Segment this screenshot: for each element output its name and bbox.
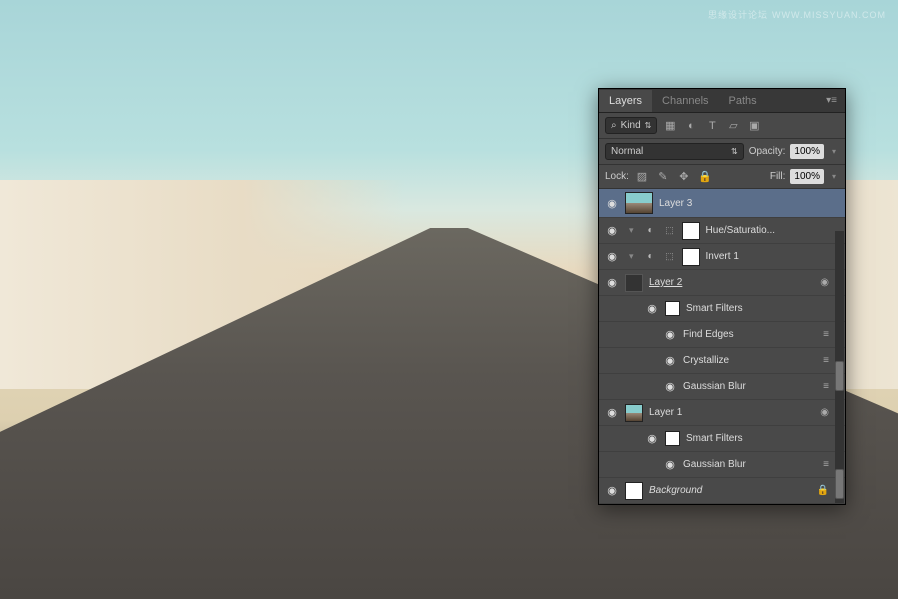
layer-row-background[interactable]: ◉ Background 🔒: [599, 478, 845, 504]
chevron-down-icon[interactable]: ▾: [829, 172, 839, 181]
filter-type-icon[interactable]: T: [704, 119, 720, 133]
lock-all-icon[interactable]: 🔒: [697, 170, 713, 184]
visibility-icon[interactable]: ◉: [605, 224, 619, 237]
smart-filters-label: Smart Filters: [686, 433, 839, 444]
fill-value[interactable]: 100%: [790, 169, 824, 184]
scrollbar[interactable]: [835, 231, 844, 503]
layer-name[interactable]: Layer 2: [649, 277, 814, 288]
smart-filters-row-2[interactable]: ◉ Smart Filters: [599, 426, 845, 452]
layer-row-huesat[interactable]: ◉ ▾ ◐ ⬚ Hue/Saturatio...: [599, 218, 845, 244]
filter-kind-select[interactable]: ⌕ Kind ⇅: [605, 117, 657, 134]
visibility-icon[interactable]: ◉: [605, 484, 619, 497]
filter-name[interactable]: Crystallize: [683, 355, 817, 366]
adjustment-icon: ◐: [644, 250, 658, 264]
smart-object-badge: ◉: [820, 407, 829, 418]
filter-mask-thumbnail[interactable]: [665, 301, 680, 316]
layer-name[interactable]: Layer 1: [649, 407, 814, 418]
chevron-updown-icon: ⇅: [645, 121, 652, 130]
layer-thumbnail[interactable]: [625, 274, 643, 292]
layer-name[interactable]: Layer 3: [659, 198, 839, 209]
tab-paths[interactable]: Paths: [719, 90, 767, 112]
smart-filters-label: Smart Filters: [686, 303, 839, 314]
visibility-icon[interactable]: ◉: [645, 302, 659, 315]
fill-label: Fill:: [770, 171, 786, 182]
lock-icon: 🔒: [817, 485, 829, 496]
filter-name[interactable]: Find Edges: [683, 329, 817, 340]
lock-row: Lock: ▨ ✎ ✥ 🔒 Fill: 100% ▾: [599, 165, 845, 189]
layer-row-layer3[interactable]: ◉ Layer 3: [599, 189, 845, 218]
lock-transparent-icon[interactable]: ▨: [634, 170, 650, 184]
filter-gaussian-blur-1[interactable]: ◉ Gaussian Blur ≡: [599, 374, 845, 400]
filter-find-edges[interactable]: ◉ Find Edges ≡: [599, 322, 845, 348]
layer-name[interactable]: Hue/Saturatio...: [706, 225, 839, 236]
lock-position-icon[interactable]: ✥: [676, 170, 692, 184]
layer-name[interactable]: Invert 1: [706, 251, 839, 262]
chevron-down-icon[interactable]: ▾: [829, 147, 839, 156]
layer-name[interactable]: Background: [649, 485, 811, 496]
search-icon: ⌕: [611, 120, 617, 131]
filter-options-icon[interactable]: ≡: [823, 381, 829, 392]
chevron-updown-icon: ⇅: [731, 147, 738, 156]
visibility-icon[interactable]: ◉: [663, 458, 677, 471]
filter-adjustment-icon[interactable]: ◐: [683, 119, 699, 133]
mask-thumbnail[interactable]: [682, 248, 700, 266]
blend-mode-select[interactable]: Normal ⇅: [605, 143, 744, 160]
filter-mask-thumbnail[interactable]: [665, 431, 680, 446]
filter-name[interactable]: Gaussian Blur: [683, 459, 817, 470]
filter-options-icon[interactable]: ≡: [823, 329, 829, 340]
tab-channels[interactable]: Channels: [652, 90, 718, 112]
blend-row: Normal ⇅ Opacity: 100% ▾: [599, 139, 845, 165]
filter-options-icon[interactable]: ≡: [823, 355, 829, 366]
mask-thumbnail[interactable]: [682, 222, 700, 240]
chevron-down-icon[interactable]: ▾: [629, 225, 634, 236]
opacity-label: Opacity:: [749, 146, 786, 157]
layer-thumbnail[interactable]: [625, 404, 643, 422]
lock-pixels-icon[interactable]: ✎: [655, 170, 671, 184]
filter-pixel-icon[interactable]: ▦: [662, 119, 678, 133]
filter-name[interactable]: Gaussian Blur: [683, 381, 817, 392]
visibility-icon[interactable]: ◉: [605, 250, 619, 263]
scrollbar-thumb[interactable]: [835, 361, 844, 391]
layer-row-layer2[interactable]: ◉ Layer 2 ◉: [599, 270, 845, 296]
lock-label: Lock:: [605, 171, 629, 182]
layer-row-invert[interactable]: ◉ ▾ ◐ ⬚ Invert 1: [599, 244, 845, 270]
filter-options-icon[interactable]: ≡: [823, 459, 829, 470]
panel-tabs: Layers Channels Paths ▾≡: [599, 89, 845, 113]
filter-gaussian-blur-2[interactable]: ◉ Gaussian Blur ≡: [599, 452, 845, 478]
visibility-icon[interactable]: ◉: [605, 276, 619, 289]
visibility-icon[interactable]: ◉: [645, 432, 659, 445]
visibility-icon[interactable]: ◉: [663, 380, 677, 393]
chevron-down-icon[interactable]: ▾: [629, 251, 634, 262]
visibility-icon[interactable]: ◉: [663, 328, 677, 341]
scrollbar-thumb[interactable]: [835, 469, 844, 499]
smart-object-badge: ◉: [820, 277, 829, 288]
visibility-icon[interactable]: ◉: [663, 354, 677, 367]
layers-panel: Layers Channels Paths ▾≡ ⌕ Kind ⇅ ▦ ◐ T …: [598, 88, 846, 505]
link-icon[interactable]: ⬚: [664, 251, 676, 262]
layer-thumbnail[interactable]: [625, 192, 653, 214]
adjustment-icon: ◐: [644, 224, 658, 238]
smart-filters-row[interactable]: ◉ Smart Filters: [599, 296, 845, 322]
link-icon[interactable]: ⬚: [664, 225, 676, 236]
opacity-value[interactable]: 100%: [790, 144, 824, 159]
layer-list: ◉ Layer 3 ◉ ▾ ◐ ⬚ Hue/Saturatio... ◉ ▾ ◐…: [599, 189, 845, 504]
panel-menu-icon[interactable]: ▾≡: [818, 95, 845, 106]
layer-thumbnail[interactable]: [625, 482, 643, 500]
filter-smart-icon[interactable]: ▣: [746, 119, 762, 133]
filter-shape-icon[interactable]: ▱: [725, 119, 741, 133]
filter-row: ⌕ Kind ⇅ ▦ ◐ T ▱ ▣: [599, 113, 845, 139]
watermark: 思缘设计论坛WWW.MISSYUAN.COM: [704, 8, 886, 21]
visibility-icon[interactable]: ◉: [605, 197, 619, 210]
visibility-icon[interactable]: ◉: [605, 406, 619, 419]
filter-crystallize[interactable]: ◉ Crystallize ≡: [599, 348, 845, 374]
layer-row-layer1[interactable]: ◉ Layer 1 ◉: [599, 400, 845, 426]
tab-layers[interactable]: Layers: [599, 90, 652, 112]
